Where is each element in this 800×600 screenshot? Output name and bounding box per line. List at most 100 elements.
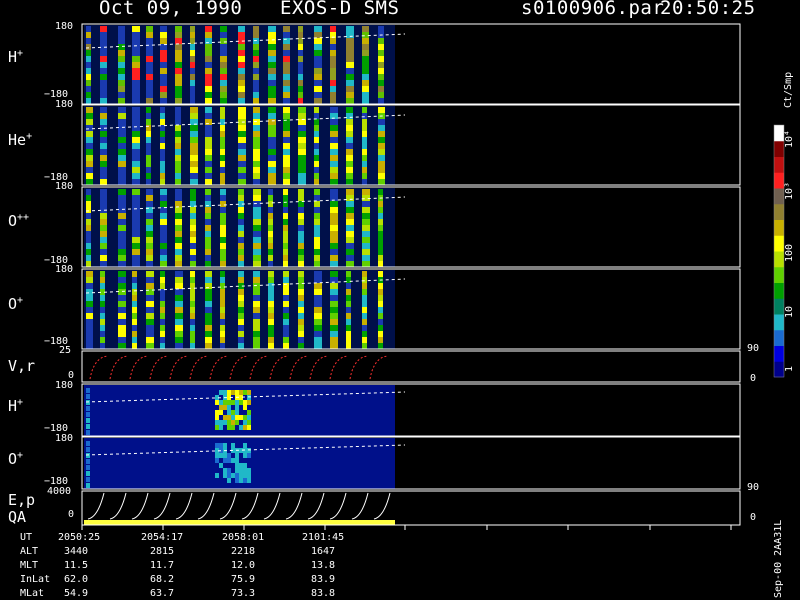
spectro-cell xyxy=(190,261,196,267)
spectro-cell xyxy=(314,307,322,313)
burst-cell xyxy=(215,443,219,448)
spectro-cell xyxy=(175,68,182,74)
spectro-cell xyxy=(86,237,91,243)
spectro-cell xyxy=(86,313,93,319)
spectro-cell xyxy=(132,255,140,261)
spectro-cell xyxy=(253,98,259,104)
spectro-cell xyxy=(190,44,195,50)
spectro-cell xyxy=(205,307,212,313)
spectro-cell xyxy=(146,283,154,289)
spectro-cell xyxy=(253,213,261,219)
ep-curve xyxy=(109,492,127,520)
spectro-cell xyxy=(268,50,276,56)
spectro-cell xyxy=(346,331,351,337)
spectro-cell xyxy=(330,225,338,231)
spectro-cell xyxy=(330,137,338,143)
spectro-cell xyxy=(86,249,91,255)
spectro-cell xyxy=(253,207,261,213)
spectro-cell xyxy=(190,219,196,225)
spectro-cell xyxy=(118,86,125,92)
spectro-cell xyxy=(205,50,212,56)
colorbar-segment xyxy=(774,219,784,236)
spectro-cell xyxy=(268,56,276,62)
spectro-cell xyxy=(100,307,105,313)
spectro-cell xyxy=(378,337,383,343)
spectro-cell xyxy=(314,92,322,98)
spectro-cell xyxy=(346,179,353,185)
spectro-cell xyxy=(118,243,126,249)
spectro-cell xyxy=(205,261,211,267)
panel-label-vr: V,r xyxy=(8,357,36,375)
spectro-cell xyxy=(160,231,167,237)
ephem-mlat-3: 73.3 xyxy=(231,588,256,599)
spectro-cell xyxy=(362,167,367,173)
spectro-cell xyxy=(330,219,338,225)
spectro-cell xyxy=(253,167,260,173)
spectro-cell xyxy=(283,131,290,137)
spectro-cell xyxy=(283,213,288,219)
spectro-cell xyxy=(330,307,338,313)
spectro-cell xyxy=(118,113,126,119)
spectro-cell xyxy=(118,195,126,201)
spectro-cell xyxy=(132,50,140,56)
spectro-cell xyxy=(86,149,93,155)
panel-label-o-plus: O+ xyxy=(8,295,24,313)
spectro-cell xyxy=(314,195,320,201)
spectro-cell xyxy=(314,237,320,243)
ytick-max-o-plusplus: 180 xyxy=(55,181,74,192)
spectro-cell xyxy=(238,319,244,325)
spectro-cell xyxy=(220,231,226,237)
spectro-cell xyxy=(190,195,196,201)
spectro-cell xyxy=(132,125,140,131)
spectro-cell xyxy=(146,98,153,104)
spectro-cell xyxy=(100,92,107,98)
spectro-cell xyxy=(190,149,198,155)
spectro-cell xyxy=(160,119,165,125)
spectro-cell xyxy=(283,92,290,98)
spectro-cell xyxy=(132,295,137,301)
spectro-cell xyxy=(190,243,196,249)
spectro-cell xyxy=(86,92,91,98)
vr-curve xyxy=(349,355,369,380)
spectro-cell xyxy=(283,137,290,143)
spectro-cell xyxy=(253,301,260,307)
ephem-inlat-1: 62.0 xyxy=(64,574,89,585)
ephem-ut-3: 2058:01 xyxy=(222,532,265,543)
spectro-cell xyxy=(86,131,93,137)
spectro-cell xyxy=(346,207,354,213)
spectro-cell xyxy=(100,86,107,92)
burst-cell xyxy=(223,458,227,463)
ytick-max-o-plus-2: 180 xyxy=(55,433,74,444)
spectro-cell xyxy=(146,107,151,113)
burst-cell xyxy=(215,420,219,425)
spectro-cell xyxy=(238,44,245,50)
spectro-cell xyxy=(146,143,151,149)
spectro-cell xyxy=(146,219,153,225)
spectro-cell xyxy=(238,255,244,261)
spectro-cell xyxy=(298,74,303,80)
spectro-cell xyxy=(298,277,304,283)
spectro-cell xyxy=(346,289,351,295)
spectro-cell xyxy=(378,343,383,349)
spectro-cell xyxy=(100,80,107,86)
spectro-cell xyxy=(100,213,107,219)
spectro-cell xyxy=(238,179,246,185)
spectro-cell xyxy=(253,219,261,225)
spectro-cell xyxy=(268,98,276,104)
spectro-cell xyxy=(314,243,320,249)
ephem-inlat-2: 68.2 xyxy=(150,574,175,585)
spectro-cell xyxy=(190,113,198,119)
spectro-cell xyxy=(86,243,91,249)
spectro-cell xyxy=(253,62,259,68)
spectro-cell xyxy=(298,295,304,301)
spectro-cell xyxy=(238,313,244,319)
spectro-cell xyxy=(346,225,354,231)
spectro-cell xyxy=(330,249,338,255)
spectro-cell xyxy=(268,231,273,237)
spectro-cell xyxy=(314,295,322,301)
spectro-cell xyxy=(298,271,304,277)
spectro-cell xyxy=(100,98,107,104)
spectro-cell xyxy=(146,161,151,167)
spectro-cell xyxy=(283,56,290,62)
spectro-cell xyxy=(283,50,290,56)
